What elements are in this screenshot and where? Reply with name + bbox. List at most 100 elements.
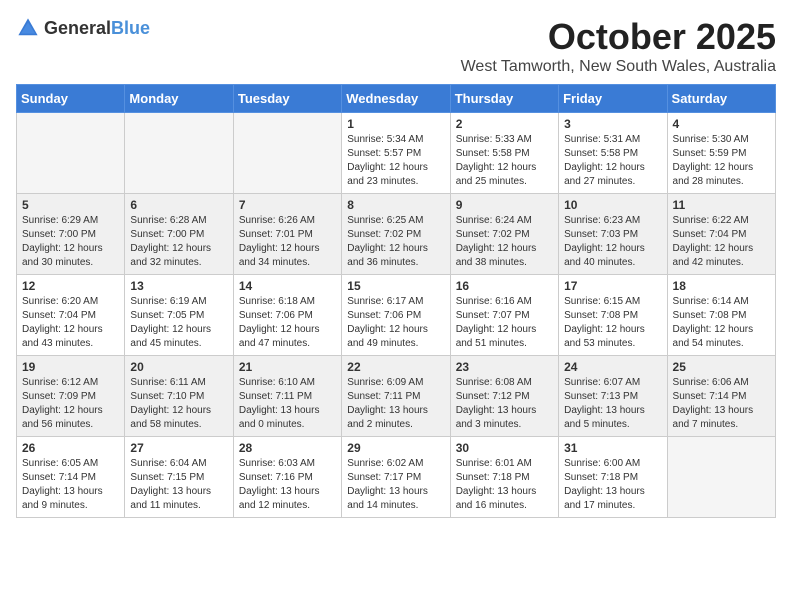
calendar-cell: 4Sunrise: 5:30 AM Sunset: 5:59 PM Daylig… bbox=[667, 113, 775, 194]
day-number: 22 bbox=[347, 360, 444, 374]
calendar-cell: 7 Sunrise: 6:26 AM Sunset: 7:01 PM Daylig… bbox=[233, 194, 341, 275]
day-info: Sunrise: 6:01 AM Sunset: 7:18 PM Dayligh… bbox=[456, 457, 553, 513]
calendar-cell: 21 Sunrise: 6:10 AM Sunset: 7:11 PM Dayli… bbox=[233, 356, 341, 437]
day-number: 18 bbox=[673, 279, 770, 293]
calendar-cell: 27Sunrise: 6:04 AM Sunset: 7:15 PM Dayli… bbox=[125, 437, 233, 518]
calendar-cell: 10Sunrise: 6:23 AM Sunset: 7:03 PM Dayli… bbox=[559, 194, 667, 275]
calendar-cell: 26 Sunrise: 6:05 AM Sunset: 7:14 PM Dayli… bbox=[17, 437, 125, 518]
day-number: 17 bbox=[564, 279, 661, 293]
day-number: 1 bbox=[347, 117, 444, 131]
day-number: 15 bbox=[347, 279, 444, 293]
calendar-cell: 28 Sunrise: 6:03 AM Sunset: 7:16 PM Dayli… bbox=[233, 437, 341, 518]
calendar-cell: 25 Sunrise: 6:06 AM Sunset: 7:14 PM Dayli… bbox=[667, 356, 775, 437]
day-info: Sunrise: 6:04 AM Sunset: 7:15 PM Dayligh… bbox=[130, 457, 227, 513]
day-info: Sunrise: 6:18 AM Sunset: 7:06 PM Dayligh… bbox=[239, 295, 336, 351]
day-info: Sunrise: 6:05 AM Sunset: 7:14 PM Dayligh… bbox=[22, 457, 119, 513]
calendar-cell: 8Sunrise: 6:25 AM Sunset: 7:02 PM Daylig… bbox=[342, 194, 450, 275]
calendar-cell bbox=[233, 113, 341, 194]
calendar-cell: 29 Sunrise: 6:02 AM Sunset: 7:17 PM Dayli… bbox=[342, 437, 450, 518]
calendar-cell: 23Sunrise: 6:08 AM Sunset: 7:12 PM Dayli… bbox=[450, 356, 558, 437]
day-number: 29 bbox=[347, 441, 444, 455]
day-info: Sunrise: 6:11 AM Sunset: 7:10 PM Dayligh… bbox=[130, 376, 227, 432]
day-info: Sunrise: 6:07 AM Sunset: 7:13 PM Dayligh… bbox=[564, 376, 661, 432]
logo-general: General bbox=[44, 18, 111, 38]
calendar-cell: 19Sunrise: 6:12 AM Sunset: 7:09 PM Dayli… bbox=[17, 356, 125, 437]
day-info: Sunrise: 6:06 AM Sunset: 7:14 PM Dayligh… bbox=[673, 376, 770, 432]
calendar-cell: 16Sunrise: 6:16 AM Sunset: 7:07 PM Dayli… bbox=[450, 275, 558, 356]
day-info: Sunrise: 6:00 AM Sunset: 7:18 PM Dayligh… bbox=[564, 457, 661, 513]
calendar-week-row: 12Sunrise: 6:20 AM Sunset: 7:04 PM Dayli… bbox=[17, 275, 776, 356]
logo-blue: Blue bbox=[111, 18, 150, 38]
day-info: Sunrise: 6:20 AM Sunset: 7:04 PM Dayligh… bbox=[22, 295, 119, 351]
day-number: 23 bbox=[456, 360, 553, 374]
day-info: Sunrise: 6:02 AM Sunset: 7:17 PM Dayligh… bbox=[347, 457, 444, 513]
calendar-cell: 24 Sunrise: 6:07 AM Sunset: 7:13 PM Dayli… bbox=[559, 356, 667, 437]
logo-icon bbox=[16, 16, 40, 40]
day-number: 3 bbox=[564, 117, 661, 131]
day-number: 4 bbox=[673, 117, 770, 131]
day-info: Sunrise: 6:22 AM Sunset: 7:04 PM Dayligh… bbox=[673, 214, 770, 270]
calendar-cell: 22Sunrise: 6:09 AM Sunset: 7:11 PM Dayli… bbox=[342, 356, 450, 437]
calendar-cell: 12Sunrise: 6:20 AM Sunset: 7:04 PM Dayli… bbox=[17, 275, 125, 356]
logo: GeneralBlue bbox=[16, 16, 150, 40]
month-title: October 2025 bbox=[461, 16, 776, 58]
day-info: Sunrise: 6:28 AM Sunset: 7:00 PM Dayligh… bbox=[130, 214, 227, 270]
day-number: 14 bbox=[239, 279, 336, 293]
calendar-cell: 11 Sunrise: 6:22 AM Sunset: 7:04 PM Dayli… bbox=[667, 194, 775, 275]
calendar-week-row: 5 Sunrise: 6:29 AM Sunset: 7:00 PM Daylig… bbox=[17, 194, 776, 275]
day-number: 26 bbox=[22, 441, 119, 455]
day-number: 31 bbox=[564, 441, 661, 455]
calendar-cell: 20Sunrise: 6:11 AM Sunset: 7:10 PM Dayli… bbox=[125, 356, 233, 437]
day-info: Sunrise: 6:14 AM Sunset: 7:08 PM Dayligh… bbox=[673, 295, 770, 351]
day-number: 28 bbox=[239, 441, 336, 455]
calendar-cell: 3 Sunrise: 5:31 AM Sunset: 5:58 PM Daylig… bbox=[559, 113, 667, 194]
calendar-cell bbox=[125, 113, 233, 194]
day-number: 2 bbox=[456, 117, 553, 131]
day-info: Sunrise: 5:31 AM Sunset: 5:58 PM Dayligh… bbox=[564, 133, 661, 189]
calendar-week-row: 1 Sunrise: 5:34 AM Sunset: 5:57 PM Daylig… bbox=[17, 113, 776, 194]
calendar-cell: 5 Sunrise: 6:29 AM Sunset: 7:00 PM Daylig… bbox=[17, 194, 125, 275]
calendar-cell: 1 Sunrise: 5:34 AM Sunset: 5:57 PM Daylig… bbox=[342, 113, 450, 194]
day-number: 9 bbox=[456, 198, 553, 212]
calendar-cell: 2 Sunrise: 5:33 AM Sunset: 5:58 PM Daylig… bbox=[450, 113, 558, 194]
calendar-cell: 6 Sunrise: 6:28 AM Sunset: 7:00 PM Daylig… bbox=[125, 194, 233, 275]
day-number: 21 bbox=[239, 360, 336, 374]
weekday-header-thursday: Thursday bbox=[450, 85, 558, 113]
day-info: Sunrise: 6:10 AM Sunset: 7:11 PM Dayligh… bbox=[239, 376, 336, 432]
day-number: 24 bbox=[564, 360, 661, 374]
calendar-cell bbox=[17, 113, 125, 194]
calendar-cell: 30Sunrise: 6:01 AM Sunset: 7:18 PM Dayli… bbox=[450, 437, 558, 518]
day-info: Sunrise: 6:19 AM Sunset: 7:05 PM Dayligh… bbox=[130, 295, 227, 351]
calendar-cell: 31 Sunrise: 6:00 AM Sunset: 7:18 PM Dayli… bbox=[559, 437, 667, 518]
calendar-cell: 15 Sunrise: 6:17 AM Sunset: 7:06 PM Dayli… bbox=[342, 275, 450, 356]
calendar-week-row: 19Sunrise: 6:12 AM Sunset: 7:09 PM Dayli… bbox=[17, 356, 776, 437]
day-number: 6 bbox=[130, 198, 227, 212]
calendar-table: SundayMondayTuesdayWednesdayThursdayFrid… bbox=[16, 84, 776, 518]
weekday-header-wednesday: Wednesday bbox=[342, 85, 450, 113]
day-info: Sunrise: 6:29 AM Sunset: 7:00 PM Dayligh… bbox=[22, 214, 119, 270]
weekday-header-monday: Monday bbox=[125, 85, 233, 113]
location-title: West Tamworth, New South Wales, Australi… bbox=[461, 58, 776, 76]
day-info: Sunrise: 6:03 AM Sunset: 7:16 PM Dayligh… bbox=[239, 457, 336, 513]
day-number: 11 bbox=[673, 198, 770, 212]
calendar-cell: 9Sunrise: 6:24 AM Sunset: 7:02 PM Daylig… bbox=[450, 194, 558, 275]
day-info: Sunrise: 5:33 AM Sunset: 5:58 PM Dayligh… bbox=[456, 133, 553, 189]
weekday-header-saturday: Saturday bbox=[667, 85, 775, 113]
calendar-week-row: 26 Sunrise: 6:05 AM Sunset: 7:14 PM Dayli… bbox=[17, 437, 776, 518]
day-info: Sunrise: 5:34 AM Sunset: 5:57 PM Dayligh… bbox=[347, 133, 444, 189]
day-info: Sunrise: 6:12 AM Sunset: 7:09 PM Dayligh… bbox=[22, 376, 119, 432]
day-info: Sunrise: 6:17 AM Sunset: 7:06 PM Dayligh… bbox=[347, 295, 444, 351]
weekday-header-row: SundayMondayTuesdayWednesdayThursdayFrid… bbox=[17, 85, 776, 113]
day-number: 8 bbox=[347, 198, 444, 212]
calendar-cell: 17Sunrise: 6:15 AM Sunset: 7:08 PM Dayli… bbox=[559, 275, 667, 356]
weekday-header-friday: Friday bbox=[559, 85, 667, 113]
calendar-cell: 18 Sunrise: 6:14 AM Sunset: 7:08 PM Dayli… bbox=[667, 275, 775, 356]
day-number: 7 bbox=[239, 198, 336, 212]
day-number: 13 bbox=[130, 279, 227, 293]
day-number: 25 bbox=[673, 360, 770, 374]
day-number: 10 bbox=[564, 198, 661, 212]
calendar-cell: 14 Sunrise: 6:18 AM Sunset: 7:06 PM Dayli… bbox=[233, 275, 341, 356]
day-number: 5 bbox=[22, 198, 119, 212]
day-info: Sunrise: 6:26 AM Sunset: 7:01 PM Dayligh… bbox=[239, 214, 336, 270]
title-block: October 2025 West Tamworth, New South Wa… bbox=[461, 16, 776, 76]
